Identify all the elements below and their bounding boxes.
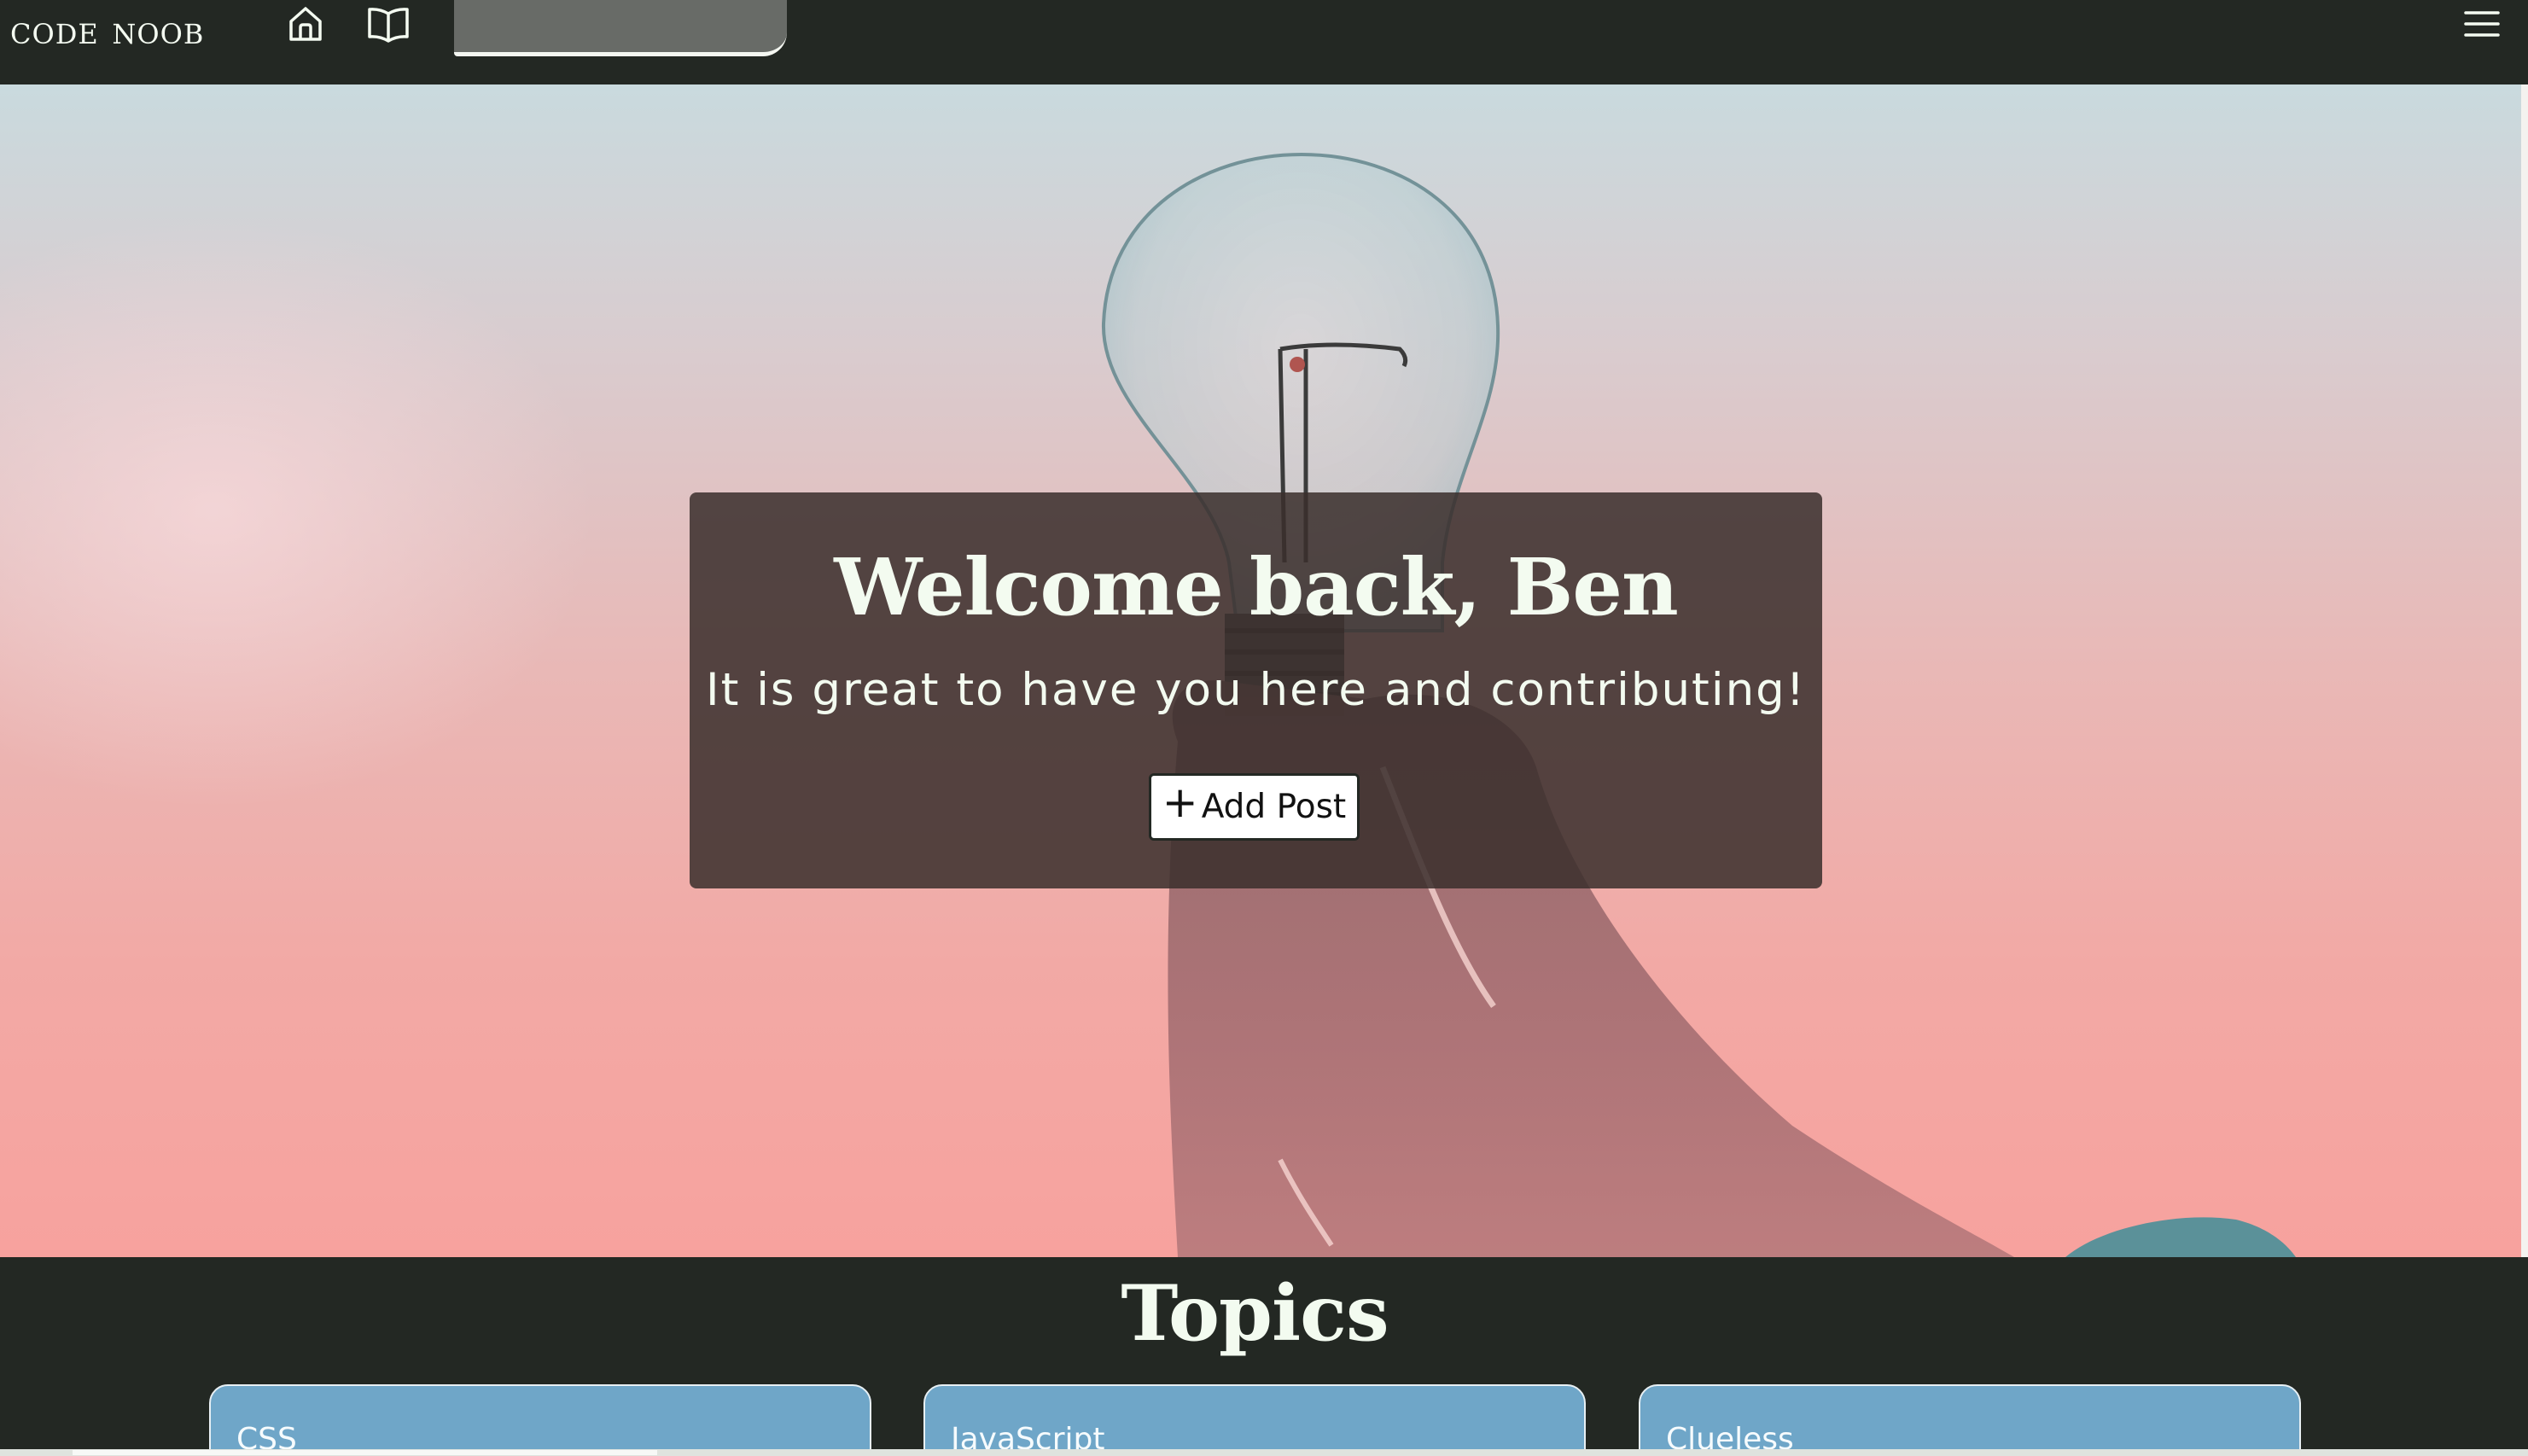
topic-card-javascript[interactable]: JavaScript [923, 1384, 1586, 1456]
welcome-subtitle: It is great to have you here and contrib… [705, 664, 1807, 716]
menu-icon[interactable] [2458, 0, 2506, 48]
home-icon-glyph [289, 7, 322, 41]
page: code noob Welcome back, Ben It is great … [0, 0, 2528, 1456]
topic-card-css[interactable]: CSS [209, 1384, 871, 1456]
topics-section: Topics CSS JavaScript Clueless [0, 1257, 2528, 1456]
hamburger-glyph [2464, 11, 2500, 37]
home-icon[interactable] [282, 0, 329, 48]
top-navbar: code noob [0, 0, 2528, 84]
book-icon[interactable] [364, 0, 412, 48]
topics-title: Topics [1121, 1268, 1389, 1359]
brand-logo[interactable]: code noob [10, 5, 204, 55]
scrollbar-thumb[interactable] [73, 1450, 657, 1455]
welcome-title: Welcome back, Ben [834, 541, 1679, 633]
book-icon-glyph [368, 8, 409, 43]
search-input[interactable] [454, 0, 787, 56]
add-post-button[interactable]: + Add Post [1149, 773, 1360, 841]
add-post-label: Add Post [1201, 788, 1347, 826]
plus-icon: + [1162, 777, 1198, 827]
topic-card-clueless[interactable]: Clueless [1639, 1384, 2301, 1456]
horizontal-scrollbar[interactable] [0, 1449, 2528, 1456]
scrollbar-track[interactable] [2521, 84, 2528, 1257]
welcome-card: Welcome back, Ben It is great to have yo… [690, 492, 1822, 888]
